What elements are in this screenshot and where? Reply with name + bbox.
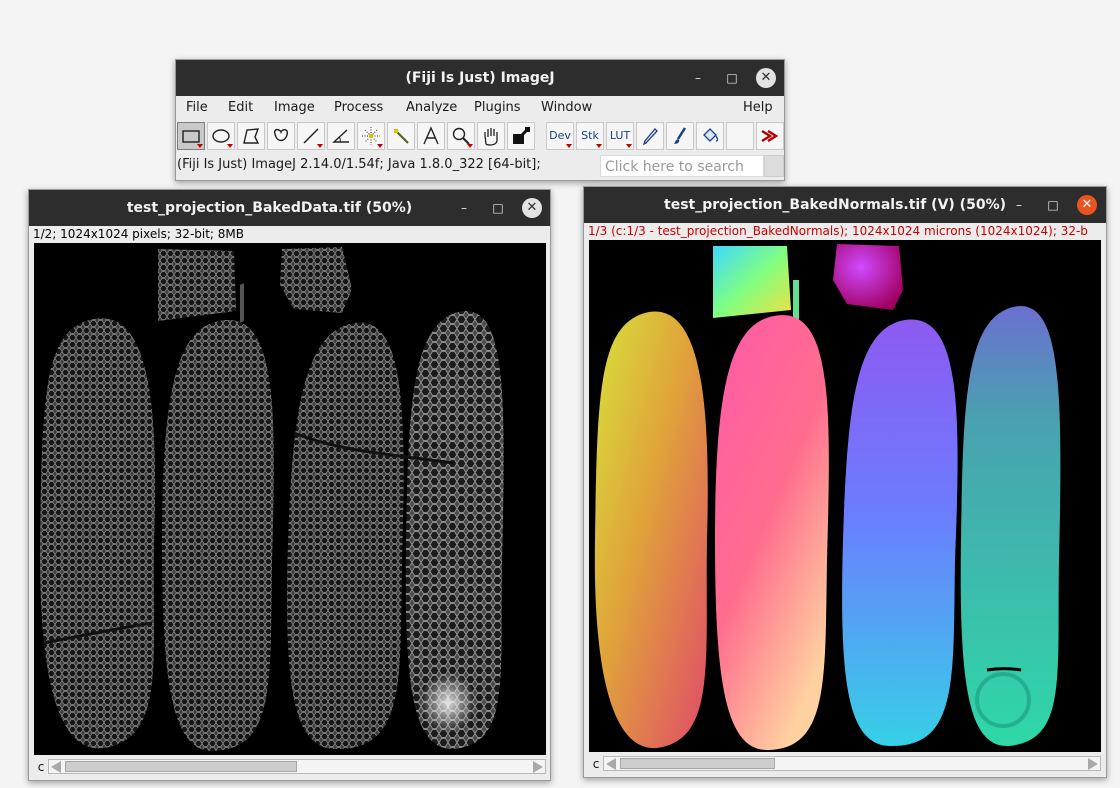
point-tool[interactable] (357, 122, 385, 150)
close-button[interactable]: ✕ (756, 68, 776, 88)
toolbar: Dev Stk LUT (176, 120, 784, 152)
stk-label: Stk (581, 129, 599, 142)
dev-tool[interactable]: Dev (546, 122, 574, 150)
dev-label: Dev (549, 129, 571, 142)
magnifier-tool[interactable] (447, 122, 475, 150)
maximize-button[interactable]: □ (1043, 195, 1063, 215)
menu-help[interactable]: Help (743, 100, 773, 115)
image-canvas[interactable] (34, 243, 546, 755)
line-tool[interactable] (297, 122, 325, 150)
oval-icon (212, 129, 230, 143)
channel-label: c (592, 757, 600, 771)
magnifier-icon (452, 127, 470, 145)
imagej-titlebar[interactable]: (Fiji Is Just) ImageJ – □ ✕ (176, 60, 784, 96)
search-button[interactable] (764, 155, 784, 177)
channel-scrollbar-row: c (589, 755, 1101, 773)
lut-label: LUT (609, 129, 631, 142)
hand-icon (484, 128, 498, 146)
scroll-thumb[interactable] (65, 761, 297, 772)
menu-process[interactable]: Process (334, 100, 383, 115)
scroll-right-arrow-icon[interactable] (1088, 758, 1098, 770)
channel-scrollbar-row: c (34, 758, 546, 776)
image-canvas[interactable] (589, 240, 1101, 752)
baked-data-title: test_projection_BakedData.tif (50%) (126, 200, 413, 216)
flood-fill-tool[interactable] (696, 122, 724, 150)
pencil-icon (642, 128, 658, 146)
color-picker-tool[interactable] (507, 122, 535, 150)
angle-icon (332, 129, 349, 143)
menu-window[interactable]: Window (541, 100, 592, 115)
text-tool[interactable] (417, 122, 445, 150)
empty-tool-slot (726, 122, 754, 150)
status-bar: (Fiji Is Just) ImageJ 2.14.0/1.54f; Java… (177, 157, 541, 172)
maximize-button[interactable]: □ (722, 68, 742, 88)
maximize-button[interactable]: □ (488, 198, 508, 218)
baked-data-window: test_projection_BakedData.tif (50%) – □ … (28, 189, 551, 781)
scroll-thumb[interactable] (620, 758, 775, 769)
close-button[interactable]: ✕ (1077, 195, 1097, 215)
hand-tool[interactable] (477, 122, 505, 150)
menubar: File Edit Image Process Analyze Plugins … (176, 96, 784, 120)
menu-image[interactable]: Image (274, 100, 315, 115)
search-box (600, 155, 769, 177)
menu-plugins[interactable]: Plugins (474, 100, 521, 115)
menu-edit[interactable]: Edit (228, 100, 253, 115)
baked-normals-titlebar[interactable]: test_projection_BakedNormals.tif (V) (50… (584, 187, 1106, 223)
minimize-button[interactable]: – (1009, 195, 1029, 215)
search-input[interactable] (601, 157, 769, 177)
scroll-right-arrow-icon[interactable] (533, 761, 543, 773)
channel-scrollbar[interactable] (603, 756, 1101, 771)
channel-scrollbar[interactable] (48, 759, 546, 774)
eyedropper-icon (513, 127, 530, 144)
rectangle-icon (182, 130, 200, 143)
polygon-tool[interactable] (237, 122, 265, 150)
minimize-button[interactable]: – (688, 68, 708, 88)
minimize-button[interactable]: – (454, 198, 474, 218)
lut-tool[interactable]: LUT (606, 122, 634, 150)
brush-tool[interactable] (666, 122, 694, 150)
line-icon (303, 128, 319, 144)
stk-tool[interactable]: Stk (576, 122, 604, 150)
scroll-left-arrow-icon[interactable] (606, 758, 616, 770)
wand-tool[interactable] (387, 122, 415, 150)
imagej-window: (Fiji Is Just) ImageJ – □ ✕ File Edit Im… (175, 59, 785, 181)
oval-tool[interactable] (207, 122, 235, 150)
baked-data-titlebar[interactable]: test_projection_BakedData.tif (50%) – □ … (29, 190, 550, 226)
baked-normals-window: test_projection_BakedNormals.tif (V) (50… (583, 186, 1107, 778)
grayscale-image (34, 243, 546, 755)
bucket-icon (703, 128, 719, 142)
channel-label: c (37, 760, 45, 774)
menu-file[interactable]: File (186, 100, 208, 115)
more-tools-button[interactable] (756, 122, 784, 150)
menu-analyze[interactable]: Analyze (406, 100, 457, 115)
multipoint-icon (362, 127, 380, 145)
image-info: 1/2; 1024x1024 pixels; 32-bit; 8MB (33, 227, 245, 241)
close-button[interactable]: ✕ (522, 198, 542, 218)
freehand-icon (273, 128, 289, 142)
brush-icon (674, 127, 687, 144)
double-arrow-icon (761, 129, 779, 143)
angle-tool[interactable] (327, 122, 355, 150)
rectangle-tool[interactable] (177, 122, 205, 150)
wand-icon (394, 129, 409, 144)
scroll-left-arrow-icon[interactable] (51, 761, 61, 773)
polygon-icon (243, 128, 260, 144)
image-info: 1/3 (c:1/3 - test_projection_BakedNormal… (588, 224, 1088, 238)
freehand-tool[interactable] (267, 122, 295, 150)
text-icon (423, 126, 439, 145)
normal-map-image (589, 240, 1101, 752)
pencil-tool[interactable] (636, 122, 664, 150)
